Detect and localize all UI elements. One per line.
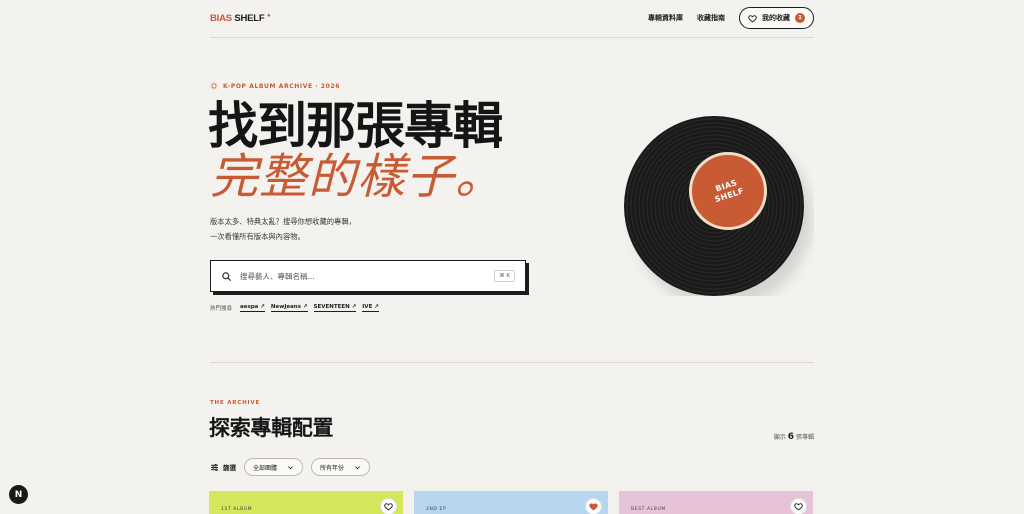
chevron-down-icon [355, 465, 360, 469]
logo[interactable]: BIAS SHELF ● [210, 13, 271, 24]
album-card[interactable]: 2ND EP [414, 491, 608, 514]
filter-bar: 篩選 全部團體 所有年份 [210, 458, 371, 476]
heart-icon [384, 503, 393, 511]
album-card-grid: 1ST ALBUM 2ND EP BEST ALBUM [209, 491, 813, 514]
favorites-count-badge: 1 [795, 13, 805, 23]
heart-icon [748, 14, 757, 22]
dev-tools-badge[interactable]: N [9, 485, 28, 504]
album-count-suffix: 張專輯 [795, 434, 814, 441]
sliders-icon [211, 463, 218, 471]
archive-title: 探索專輯配置 [209, 416, 334, 440]
popular-label: 熱門搜尋 [210, 306, 233, 312]
hero-eyebrow-text: K-POP ALBUM ARCHIVE · 2026 [223, 82, 340, 90]
site-header: BIAS SHELF ● 專輯資料庫 收藏指南 我的收藏 1 [210, 0, 814, 38]
search-bar[interactable]: ⌘ K [210, 260, 526, 292]
album-count-prefix: 顯示 [773, 434, 786, 441]
archive-eyebrow: THE ARCHIVE [210, 400, 261, 406]
popular-tag[interactable]: SEVENTEEN ↗ [313, 304, 357, 312]
album-card[interactable]: 1ST ALBUM [209, 491, 403, 514]
group-filter-dropdown[interactable]: 全部團體 [244, 458, 304, 476]
main-nav: 專輯資料庫 收藏指南 我的收藏 1 [648, 7, 814, 29]
hero-title-line2: 完整的樣子。 [210, 149, 505, 205]
nav-collecting-guide[interactable]: 收藏指南 [697, 13, 725, 23]
album-card-type: BEST ALBUM [631, 507, 666, 512]
hero-subtitle: 版本太多、特典太亂？搜尋你想收藏的專輯， 一次看懂所有版本與內容物。 [210, 214, 356, 244]
group-filter-value: 全部團體 [253, 464, 278, 472]
favorite-toggle[interactable] [790, 498, 807, 514]
album-card[interactable]: BEST ALBUM [619, 491, 813, 514]
vinyl-record-illustration: BIAS SHELF [624, 116, 814, 296]
year-filter-value: 所有年份 [320, 464, 345, 472]
album-card-type: 1ST ALBUM [221, 507, 253, 512]
hero-title-line1: 找到那張專輯 [208, 97, 503, 155]
popular-tag[interactable]: IVE ↗ [362, 304, 379, 312]
filter-label: 篩選 [210, 462, 236, 472]
logo-text-accent: BIAS [210, 13, 232, 24]
album-card-type: 2ND EP [426, 507, 447, 512]
hero-subtitle-line2: 一次看懂所有版本與內容物。 [210, 232, 305, 241]
album-count: 顯示 6 張專輯 [774, 432, 814, 442]
filter-label-text: 篩選 [223, 464, 236, 472]
sparkle-icon [210, 82, 218, 90]
chevron-down-icon [288, 465, 293, 469]
popular-tag[interactable]: aespa ↗ [240, 304, 265, 312]
my-favorites-button[interactable]: 我的收藏 1 [739, 7, 814, 29]
album-count-value: 6 [787, 432, 794, 442]
vinyl-label-text: BIAS SHELF [711, 177, 746, 205]
favorite-toggle[interactable] [380, 498, 397, 514]
year-filter-dropdown[interactable]: 所有年份 [311, 458, 371, 476]
logo-text: SHELF [234, 13, 265, 24]
hero-eyebrow: K-POP ALBUM ARCHIVE · 2026 [210, 82, 340, 90]
search-input[interactable] [240, 271, 495, 281]
popular-searches: 熱門搜尋 aespa ↗ NewJeans ↗ SEVENTEEN ↗ IVE … [210, 304, 379, 312]
section-divider [210, 362, 814, 363]
favorite-toggle[interactable] [585, 498, 602, 514]
search-shortcut-hint: ⌘ K [494, 270, 515, 282]
favorites-label: 我的收藏 [762, 14, 790, 22]
heart-icon [794, 503, 803, 511]
logo-dot: ● [266, 13, 271, 19]
vinyl-label: BIAS SHELF [689, 152, 767, 230]
heart-filled-icon [589, 503, 598, 511]
hero-subtitle-line1: 版本太多、特典太亂？搜尋你想收藏的專輯， [210, 217, 356, 226]
nav-album-database[interactable]: 專輯資料庫 [648, 13, 683, 23]
search-icon [222, 271, 232, 281]
popular-tag[interactable]: NewJeans ↗ [270, 304, 308, 312]
